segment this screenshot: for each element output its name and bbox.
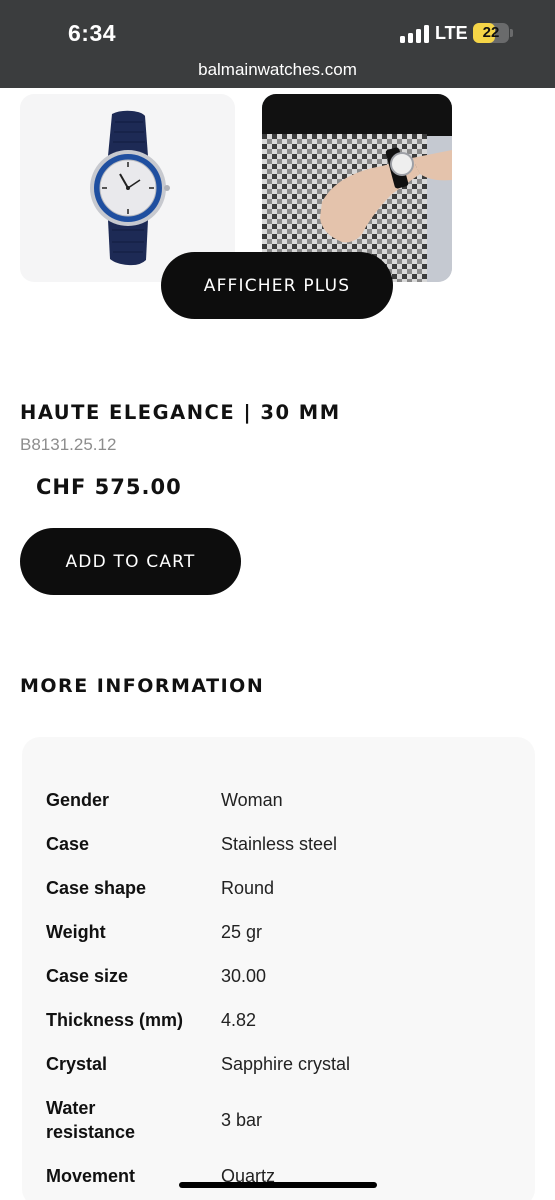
specifications-table: Gender Woman Case Stainless steel Case s…: [22, 737, 535, 1200]
spec-label: Case: [46, 834, 90, 854]
spec-value: Stainless steel: [221, 834, 338, 854]
battery-icon: 22: [473, 23, 509, 43]
spec-label: Thickness (mm): [46, 1010, 184, 1030]
signal-bars-icon: [400, 25, 430, 43]
product-price: CHF 575.00: [36, 475, 182, 499]
spec-label: Case shape: [46, 878, 147, 898]
spec-label: Crystal: [46, 1054, 108, 1074]
spec-value: Sapphire crystal: [221, 1054, 351, 1074]
status-bar: 6:34 LTE 22 balmainwatches.com: [0, 0, 555, 88]
network-type: LTE: [435, 23, 468, 43]
spec-label: Gender: [46, 790, 110, 810]
battery-cap: [510, 29, 513, 37]
address-bar-url[interactable]: balmainwatches.com: [0, 60, 555, 80]
spec-value: 30.00: [221, 966, 267, 986]
spec-label: Case size: [46, 966, 129, 986]
spec-value: 3 bar: [221, 1110, 263, 1130]
battery-percent: 22: [482, 24, 500, 41]
spec-label: Water resistance: [46, 1098, 136, 1142]
spec-value: 4.82: [221, 1010, 257, 1030]
spec-label: Weight: [46, 922, 106, 942]
spec-value: 25 gr: [221, 922, 263, 942]
spec-value: Woman: [221, 790, 283, 810]
more-information-heading: MORE INFORMATION: [20, 675, 265, 697]
show-more-button[interactable]: AFFICHER PLUS: [161, 252, 393, 319]
home-indicator[interactable]: [179, 1182, 377, 1188]
add-to-cart-button[interactable]: ADD TO CART: [20, 528, 241, 595]
status-time: 6:34: [68, 20, 117, 46]
product-sku: B8131.25.12: [20, 435, 117, 454]
product-title: HAUTE ELEGANCE | 30 MM: [20, 401, 341, 424]
spec-value: Round: [221, 878, 275, 898]
